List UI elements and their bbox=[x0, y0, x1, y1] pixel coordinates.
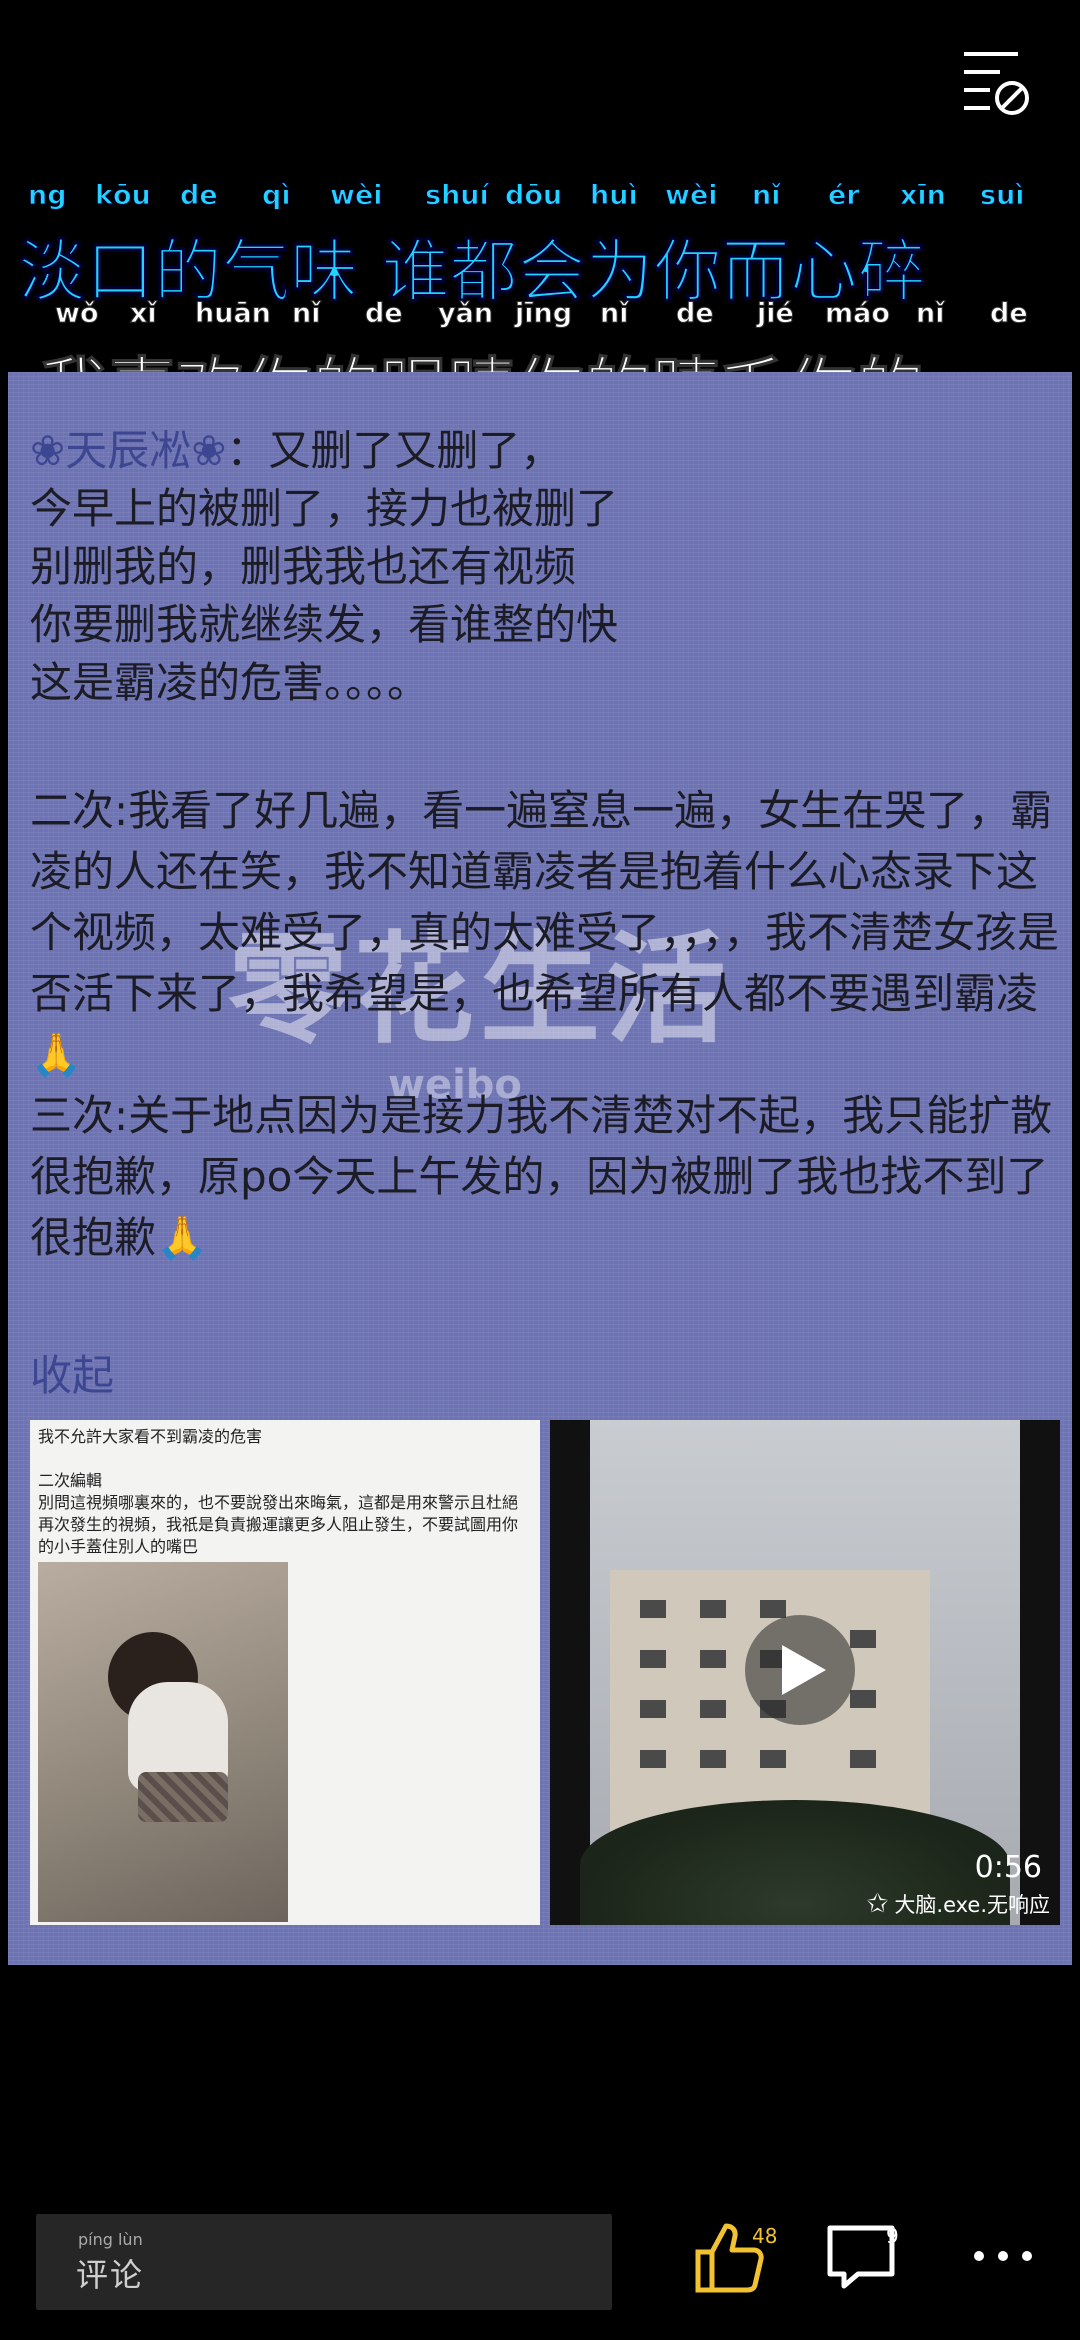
pinyin: ér bbox=[828, 180, 861, 212]
pinyin: suì bbox=[980, 180, 1026, 212]
pinyin: jié bbox=[757, 298, 795, 330]
star-icon: ✩ bbox=[866, 1889, 889, 1919]
post-paragraph: 二次:我看了好几遍，看一遍窒息一遍，女生在哭了，霸凌的人还在笑，我不知道霸凌者是… bbox=[30, 786, 1060, 1079]
post-line: ：又删了又删了， bbox=[226, 426, 563, 475]
video-duration: 0:56 bbox=[974, 1850, 1042, 1885]
pinyin: nǐ bbox=[291, 298, 321, 330]
pinyin: shuí bbox=[425, 180, 490, 212]
image-caption: 我不允許大家看不到霸凌的危害 二次編輯 別問這視頻哪裏來的，也不要說發出來晦氣，… bbox=[38, 1427, 519, 1556]
comment-input[interactable]: píng lùn 评论 bbox=[36, 2214, 612, 2310]
like-button[interactable]: 48 bbox=[690, 2216, 790, 2306]
pinyin: de bbox=[990, 298, 1029, 330]
more-button[interactable] bbox=[965, 2216, 1045, 2306]
pinyin: jīng bbox=[514, 298, 573, 330]
pinyin: nǐ bbox=[751, 180, 781, 212]
post-line: 你要删我就继续发，看谁整的快 bbox=[30, 600, 619, 649]
image-thumbnail[interactable]: 我不允許大家看不到霸凌的危害 二次編輯 別問這視頻哪裏來的，也不要說發出來晦氣，… bbox=[30, 1420, 540, 1925]
more-icon bbox=[974, 2251, 1032, 2261]
pinyin: xīn bbox=[900, 180, 947, 212]
video-source: ✩ 大脑.exe.无响应 bbox=[866, 1889, 1050, 1919]
pinyin: máo bbox=[825, 298, 891, 330]
post-first-line: ❀天辰凇❀：又删了又删了， bbox=[30, 422, 1060, 480]
pinyin: ng bbox=[28, 180, 68, 212]
pinyin: nǐ bbox=[915, 298, 945, 330]
like-count: 48 bbox=[752, 2224, 778, 2248]
post-body: ❀天辰凇❀：又删了又删了， 今早上的被删了，接力也被删了 别删我的，删我我也还有… bbox=[30, 422, 1060, 1268]
play-icon bbox=[782, 1645, 826, 1695]
list-hide-icon[interactable] bbox=[960, 40, 1030, 120]
comment-placeholder: 评论 bbox=[76, 2256, 145, 2294]
comment-count: 9 bbox=[886, 2224, 899, 2248]
pinyin: dōu bbox=[504, 180, 563, 212]
pinyin: huān bbox=[195, 298, 272, 330]
pinyin: de bbox=[676, 298, 715, 330]
pinyin: yǎn bbox=[437, 298, 494, 330]
pinyin: huì bbox=[590, 180, 639, 212]
post-card: 零花生活 weibo ❀天辰凇❀：又删了又删了， 今早上的被删了，接力也被删了 … bbox=[8, 372, 1072, 1965]
pinyin: de bbox=[180, 180, 219, 212]
pinyin: wèi bbox=[665, 180, 719, 212]
post-line: 今早上的被删了，接力也被删了 bbox=[30, 484, 619, 533]
comment-pinyin: píng lùn bbox=[78, 2230, 143, 2249]
pinyin: xǐ bbox=[130, 298, 158, 330]
lyric-pinyin-row: wǒ xǐ huān nǐ de yǎn jīng nǐ de jié máo … bbox=[0, 298, 1080, 338]
play-button[interactable] bbox=[745, 1615, 855, 1725]
photo bbox=[38, 1562, 288, 1922]
post-line: 别删我的，删我我也还有视频 bbox=[30, 542, 577, 591]
pinyin: nǐ bbox=[599, 298, 629, 330]
bottom-action-bar: píng lùn 评论 48 9 bbox=[0, 2190, 1080, 2340]
post-line: 这是霸凌的危害。。。。 bbox=[30, 658, 430, 707]
post-paragraph: 三次:关于地点因为是接力我不清楚对不起，我只能扩散很抱歉，原po今天上午发的，因… bbox=[30, 1091, 1053, 1262]
video-thumbnail[interactable]: 0:56 ✩ 大脑.exe.无响应 bbox=[550, 1420, 1060, 1925]
pinyin: qì bbox=[262, 180, 292, 212]
collapse-link[interactable]: 收起 bbox=[30, 1342, 114, 1403]
author-name[interactable]: ❀天辰凇❀ bbox=[30, 426, 226, 475]
comment-button[interactable]: 9 bbox=[822, 2216, 912, 2306]
lyric-pinyin-row: ng kōu de qì wèi shuí dōu huì wèi nǐ ér … bbox=[0, 180, 1080, 220]
pinyin: de bbox=[365, 298, 404, 330]
pinyin: wǒ bbox=[55, 298, 99, 330]
pinyin: wèi bbox=[330, 180, 384, 212]
pinyin: kōu bbox=[95, 180, 152, 212]
